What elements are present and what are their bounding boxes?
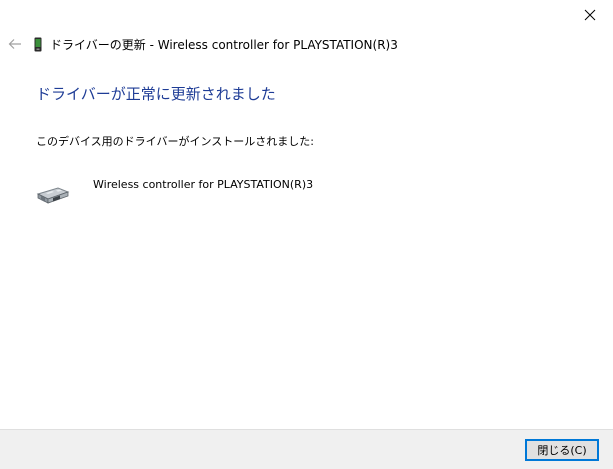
driver-update-window: ドライバーの更新 - Wireless controller for PLAYS… — [0, 0, 613, 469]
window-close-button[interactable] — [567, 0, 613, 30]
page-heading: ドライバーが正常に更新されました — [36, 85, 276, 103]
back-button[interactable] — [0, 34, 30, 54]
title-bar-row: ドライバーの更新 - Wireless controller for PLAYS… — [0, 34, 398, 54]
close-button[interactable]: 閉じる(C) — [525, 439, 599, 461]
gamepad-device-icon — [36, 187, 70, 204]
close-icon — [584, 9, 596, 21]
footer-bar: 閉じる(C) — [0, 429, 613, 469]
window-title: ドライバーの更新 - Wireless controller for PLAYS… — [50, 37, 398, 52]
device-name: Wireless controller for PLAYSTATION(R)3 — [93, 178, 314, 191]
description-text: このデバイス用のドライバーがインストールされました: — [36, 135, 314, 148]
back-arrow-icon — [8, 39, 21, 49]
device-entry: Wireless controller for PLAYSTATION(R)3 — [36, 176, 313, 212]
device-manager-icon — [34, 36, 44, 52]
